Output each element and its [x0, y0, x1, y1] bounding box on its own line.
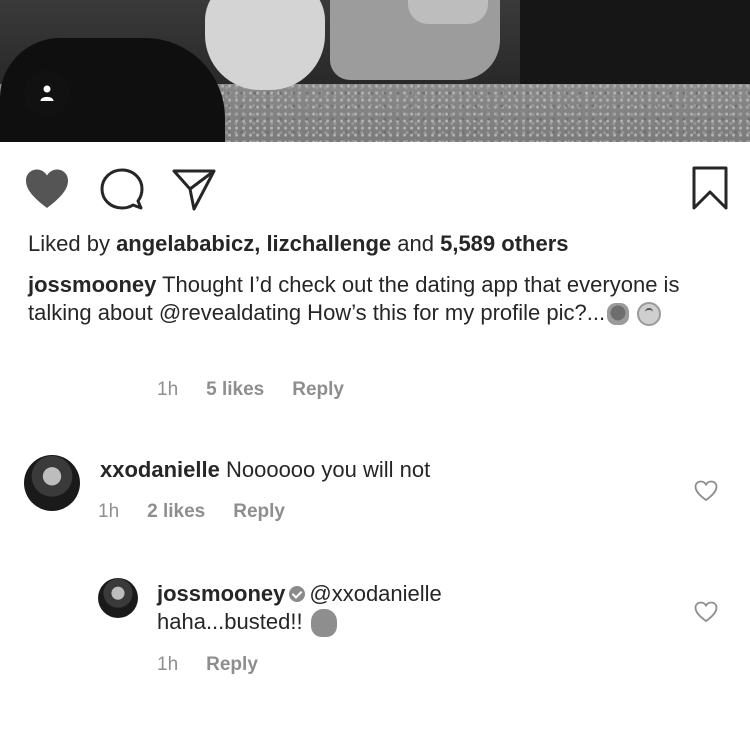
- comment-likes[interactable]: 2 likes: [147, 501, 205, 522]
- comment-icon: [100, 168, 144, 210]
- share-button[interactable]: [172, 167, 216, 216]
- person-tag-icon: [40, 85, 54, 101]
- heart-outline-icon: [694, 601, 718, 623]
- post-action-bar: [0, 160, 750, 214]
- reply-mention[interactable]: @xxodanielle: [309, 581, 441, 606]
- heart-icon: [26, 169, 68, 208]
- caption-likes[interactable]: 5 likes: [206, 379, 264, 400]
- comment-username[interactable]: xxodanielle: [100, 457, 220, 482]
- see-no-evil-monkey-icon: [607, 303, 630, 326]
- caption-username[interactable]: jossmooney: [28, 272, 156, 297]
- photo-background: [520, 0, 750, 84]
- caption-meta: 1h 5 likes Reply: [157, 379, 372, 401]
- comment-meta: 1h 2 likes Reply: [98, 501, 313, 523]
- comment-text: Noooooo you will not: [225, 457, 431, 482]
- photo-object: [408, 0, 488, 24]
- photo-hand: [205, 0, 325, 90]
- face-emoji-icon: [310, 609, 337, 638]
- like-button[interactable]: [24, 168, 70, 215]
- liked-by-others[interactable]: 5,589 others: [440, 231, 568, 256]
- reply-like-button[interactable]: [694, 601, 718, 628]
- reply-username[interactable]: jossmooney: [157, 581, 285, 606]
- caption-time: 1h: [157, 379, 179, 400]
- reply-meta: 1h Reply: [157, 654, 286, 676]
- user-tag-button[interactable]: [24, 70, 70, 116]
- heart-outline-icon: [694, 480, 718, 502]
- comment-time: 1h: [98, 501, 120, 522]
- comment: xxodanielle Noooooo you will not: [100, 456, 430, 484]
- avatar[interactable]: [24, 455, 80, 511]
- post-caption: jossmooney Thought I’d check out the dat…: [28, 271, 718, 327]
- liked-by-and: and: [391, 231, 441, 256]
- paper-plane-icon: [172, 169, 216, 211]
- reply-reply-button[interactable]: Reply: [206, 654, 258, 675]
- liked-by-prefix: Liked by: [28, 231, 117, 256]
- post-photo[interactable]: [0, 0, 750, 142]
- avatar[interactable]: [98, 578, 138, 618]
- reply-comment: jossmooney @xxodanielle haha...busted!!: [157, 580, 442, 638]
- liked-by-users[interactable]: angelababicz, lizchallenge: [116, 231, 391, 256]
- verified-badge-icon: [289, 586, 306, 603]
- reply-time: 1h: [157, 654, 179, 675]
- caption-reply-button[interactable]: Reply: [292, 379, 344, 400]
- reply-text: haha...busted!!: [157, 609, 303, 634]
- likes-summary[interactable]: Liked by angelababicz, lizchallenge and …: [28, 230, 569, 258]
- upside-down-face-icon: [637, 302, 662, 327]
- bookmark-icon: [692, 166, 728, 210]
- comment-like-button[interactable]: [694, 480, 718, 507]
- comment-button[interactable]: [100, 167, 144, 216]
- save-button[interactable]: [692, 166, 728, 215]
- comment-reply-button[interactable]: Reply: [233, 501, 285, 522]
